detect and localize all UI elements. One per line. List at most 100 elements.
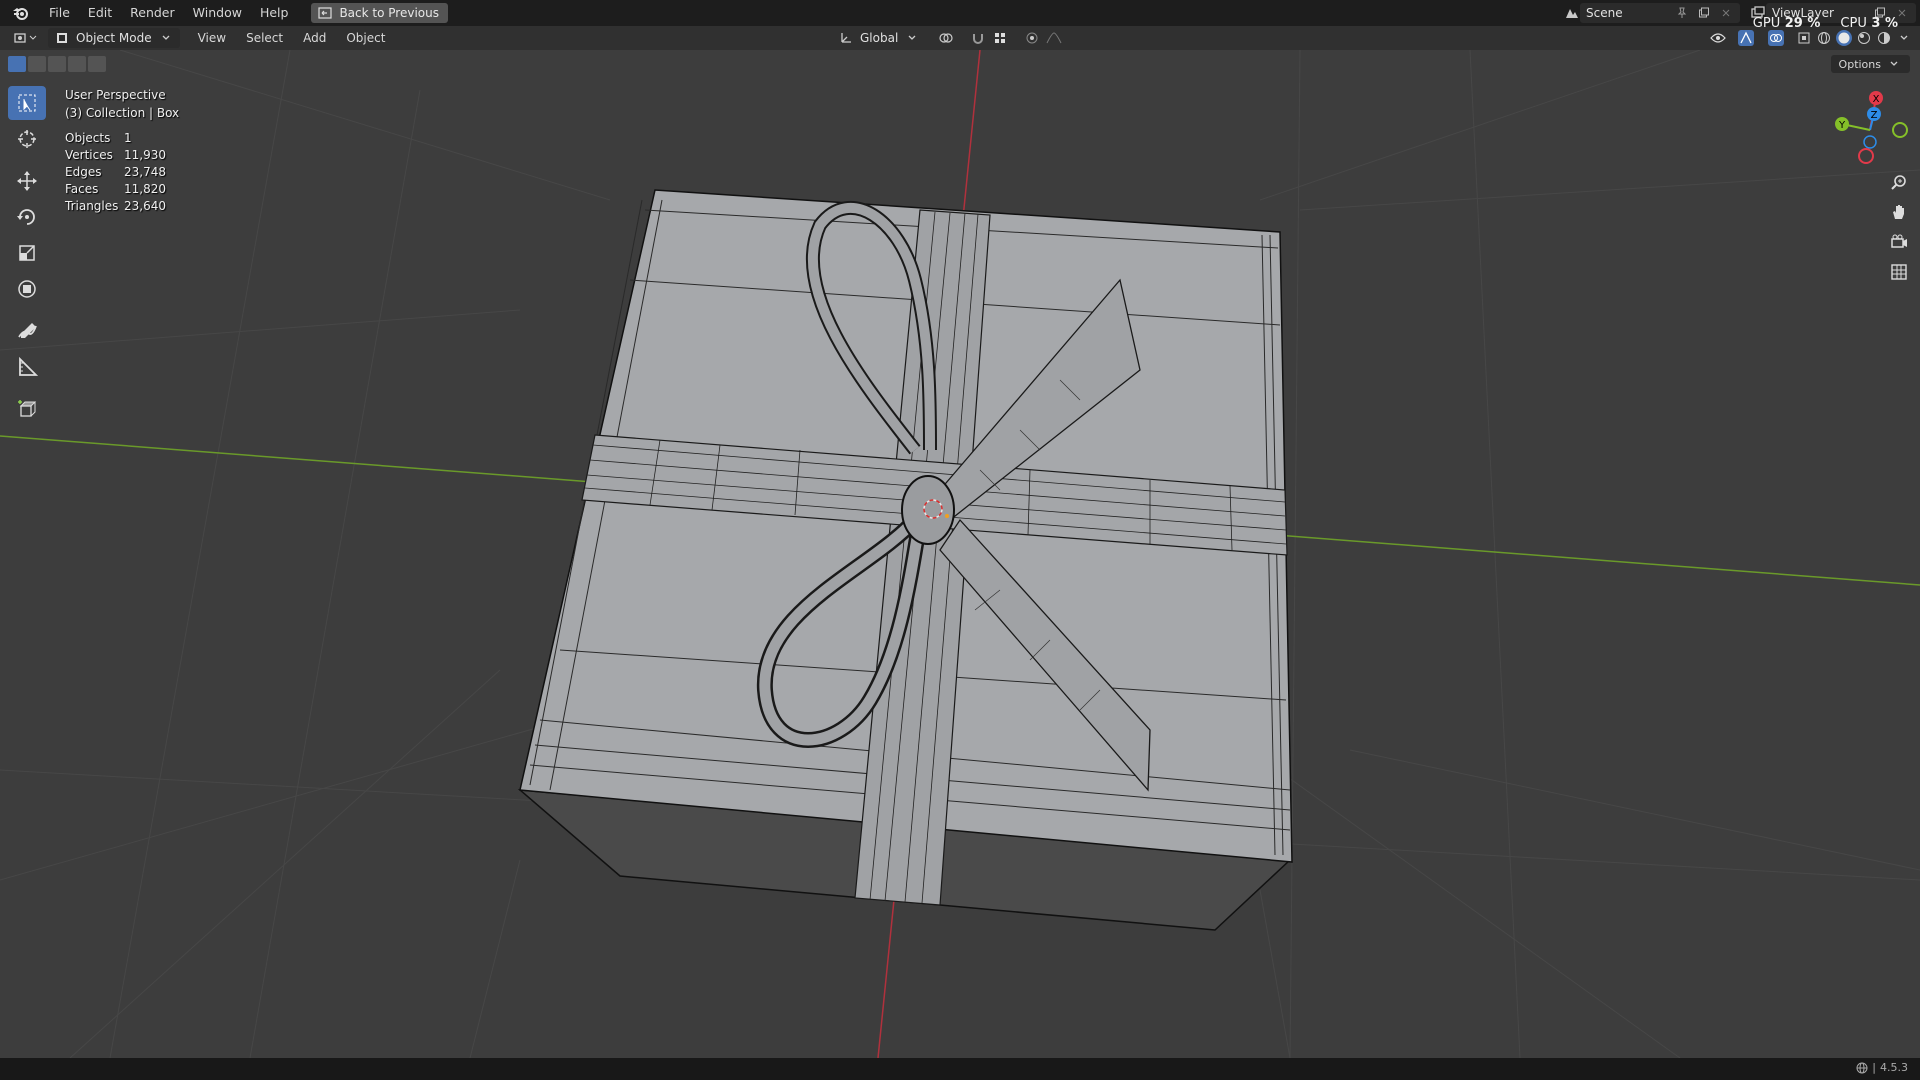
gizmo-toggle-icon[interactable] <box>1738 30 1754 46</box>
transform-orientation[interactable]: Global <box>838 28 1062 48</box>
snap-icon[interactable] <box>970 30 986 46</box>
chevron-down-icon <box>904 30 920 46</box>
stat-objects: Objects 1 <box>65 131 132 145</box>
network-icon <box>1856 1062 1868 1074</box>
menu-file[interactable]: File <box>40 0 79 26</box>
falloff-icon[interactable] <box>1046 30 1062 46</box>
viewport-header-right <box>1710 28 1912 48</box>
solid-shading-icon[interactable] <box>1836 30 1852 46</box>
cpu-label: CPU <box>1840 16 1867 31</box>
close-scene-icon[interactable] <box>1718 5 1734 21</box>
pan-button[interactable] <box>1886 198 1912 226</box>
transform-icon <box>16 278 38 300</box>
orientation-label: Global <box>860 31 899 45</box>
viewport-canvas[interactable] <box>0 50 1920 1058</box>
scene-name: Scene <box>1586 6 1623 20</box>
scene-selector[interactable]: Scene <box>1580 3 1740 23</box>
rendered-shading-icon[interactable] <box>1876 30 1892 46</box>
back-button-label: Back to Previous <box>339 6 439 20</box>
menu-object[interactable]: Object <box>336 31 395 45</box>
gpu-value: 29 % <box>1784 16 1821 31</box>
annotate-tool[interactable] <box>8 314 46 348</box>
zoom-icon <box>1890 173 1908 191</box>
view-name: User Perspective <box>65 88 166 102</box>
overlay-toggle-icon[interactable] <box>1768 30 1784 46</box>
select-box-icon <box>16 92 38 114</box>
stat-edges: Edges 23,748 <box>65 165 166 179</box>
blender-logo-icon[interactable] <box>10 2 32 24</box>
xray-icon[interactable] <box>1796 30 1812 46</box>
cpu-value: 3 % <box>1871 16 1898 31</box>
axis-orientation-icon <box>838 30 854 46</box>
svg-text:Y: Y <box>1838 120 1846 131</box>
menu-select[interactable]: Select <box>236 31 293 45</box>
add-cube-tool[interactable] <box>8 392 46 426</box>
move-tool[interactable] <box>8 164 46 198</box>
select-box-tool[interactable] <box>8 86 46 120</box>
grid-icon <box>1890 263 1908 281</box>
menu-view[interactable]: View <box>188 31 236 45</box>
navigation-gizmo[interactable]: X Z Y <box>1822 84 1912 174</box>
svg-text:Z: Z <box>1871 110 1878 121</box>
editor-type-icon[interactable] <box>12 30 40 46</box>
wireframe-shading-icon[interactable] <box>1816 30 1832 46</box>
gpu-label: GPU <box>1752 16 1781 31</box>
camera-view-button[interactable] <box>1886 228 1912 256</box>
camera-icon <box>1890 233 1908 251</box>
menu-render[interactable]: Render <box>121 0 184 26</box>
zoom-button[interactable] <box>1886 168 1912 196</box>
proportional-edit-icon[interactable] <box>1024 30 1040 46</box>
chevron-down-icon[interactable] <box>1896 30 1912 46</box>
gpu-usage: GPU 29 % <box>1753 16 1821 31</box>
gizmo-z-negative[interactable] <box>1863 135 1877 149</box>
chevron-down-icon <box>158 30 174 46</box>
menu-help[interactable]: Help <box>251 0 298 26</box>
gift-box-mesh[interactable] <box>517 189 1293 931</box>
tool-shelf <box>8 86 46 428</box>
cursor-tool[interactable] <box>8 122 46 156</box>
snap-target-icon[interactable] <box>992 30 1008 46</box>
cursor-icon <box>16 128 38 150</box>
screen-back-icon <box>317 5 333 21</box>
version-info: | 4.5.3 <box>1856 1061 1908 1074</box>
material-shading-icon[interactable] <box>1856 30 1872 46</box>
stat-triangles: Triangles 23,640 <box>65 199 166 213</box>
gizmo-x-negative[interactable] <box>1858 148 1874 164</box>
viewport-info-overlay: User Perspective (3) Collection | Box Ob… <box>65 86 179 215</box>
scene-icon[interactable] <box>1564 5 1580 21</box>
add-cube-icon <box>16 398 38 420</box>
move-icon <box>16 170 38 192</box>
performance-overlay: GPU 29 % CPU 3 % <box>1753 16 1898 31</box>
visibility-icon[interactable] <box>1710 30 1726 46</box>
pivot-point-icon[interactable] <box>938 30 954 46</box>
new-scene-icon[interactable] <box>1696 5 1712 21</box>
hand-icon <box>1890 203 1908 221</box>
menu-edit[interactable]: Edit <box>79 0 121 26</box>
annotate-icon <box>16 320 38 342</box>
scene-statistics: Objects 1 Vertices 11,930 Edges 23,748 Face… <box>65 130 179 215</box>
navigation-tools <box>1886 168 1912 288</box>
scale-tool[interactable] <box>8 236 46 270</box>
stat-faces: Faces 11,820 <box>65 182 166 196</box>
pin-icon[interactable] <box>1674 5 1690 21</box>
back-to-previous-button[interactable]: Back to Previous <box>311 3 448 23</box>
stat-vertices: Vertices 11,930 <box>65 148 166 162</box>
top-menu-bar: File Edit Render Window Help Back to Pre… <box>0 0 1920 26</box>
rotate-tool[interactable] <box>8 200 46 234</box>
menu-window[interactable]: Window <box>184 0 251 26</box>
mode-label: Object Mode <box>76 31 152 45</box>
toggle-ortho-button[interactable] <box>1886 258 1912 286</box>
measure-icon <box>16 356 38 378</box>
measure-tool[interactable] <box>8 350 46 384</box>
gizmo-y-negative[interactable] <box>1892 122 1908 138</box>
object-mode-dropdown[interactable]: Object Mode <box>48 28 180 48</box>
transform-tool[interactable] <box>8 272 46 306</box>
svg-text:X: X <box>1873 94 1880 105</box>
cpu-usage: CPU 3 % <box>1840 16 1898 31</box>
object-mode-icon <box>54 30 70 46</box>
menu-add[interactable]: Add <box>293 31 336 45</box>
viewport-header: Object Mode View Select Add Object Globa… <box>0 26 1920 50</box>
scale-icon <box>16 242 38 264</box>
collection-name: (3) Collection | Box <box>65 106 180 120</box>
version-number: 4.5.3 <box>1880 1061 1908 1074</box>
